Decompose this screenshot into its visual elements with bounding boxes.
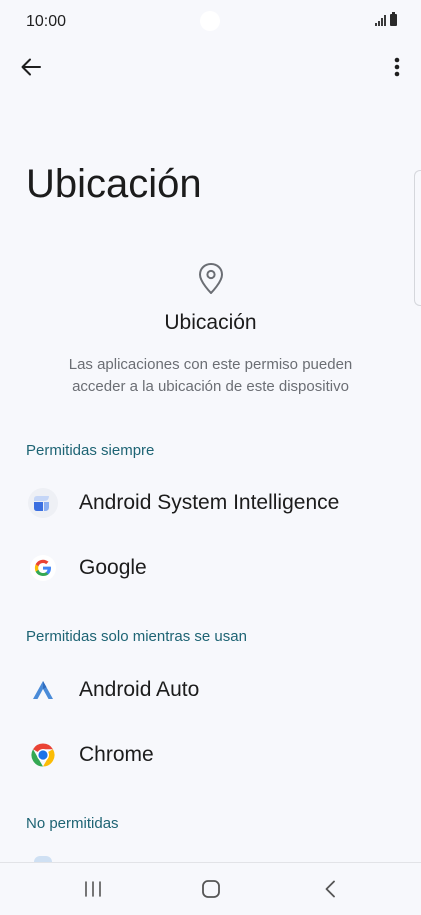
chrome-icon — [28, 740, 58, 770]
permission-title: Ubicación — [164, 311, 257, 334]
status-icons — [375, 12, 397, 26]
app-bar — [0, 44, 421, 90]
battery-icon — [390, 12, 397, 26]
app-label: Google — [79, 556, 147, 579]
app-label: Android System Intelligence — [79, 491, 340, 514]
section-header-always: Permitidas siempre — [26, 442, 155, 459]
app-label: Chrome — [79, 743, 154, 766]
recent-apps-button[interactable] — [73, 873, 113, 905]
app-row-android-system-intelligence[interactable]: Android System Intelligence — [0, 474, 421, 532]
section-header-while-in-use: Permitidas solo mientras se usan — [26, 628, 247, 645]
back-button[interactable] — [14, 52, 48, 82]
home-button[interactable] — [191, 873, 231, 905]
google-icon — [28, 553, 58, 583]
permission-description: Las aplicaciones con este permiso pueden… — [68, 356, 353, 395]
more-vert-icon — [394, 57, 400, 77]
navigation-bar — [0, 862, 421, 915]
app-row-android-auto[interactable]: Android Auto — [0, 661, 421, 719]
home-icon — [202, 880, 220, 898]
signal-icon — [375, 14, 386, 26]
app-label: Android Auto — [79, 678, 200, 701]
app-row-chrome[interactable]: Chrome — [0, 726, 421, 784]
section-header-denied: No permitidas — [26, 815, 119, 832]
android-auto-icon — [28, 675, 58, 705]
location-pin-icon — [198, 263, 223, 294]
status-time: 10:00 — [26, 13, 67, 30]
chevron-left-icon — [325, 880, 335, 898]
app-row-google[interactable]: Google — [0, 539, 421, 597]
status-bar: 10:00 — [0, 0, 421, 44]
camera-cutout — [200, 11, 220, 31]
page-title: Ubicación — [26, 162, 202, 206]
permission-header: Ubicación Las aplicaciones con este perm… — [0, 262, 421, 398]
recent-apps-icon — [85, 881, 101, 897]
more-options-button[interactable] — [385, 52, 409, 82]
system-back-button[interactable] — [310, 873, 350, 905]
android-system-intelligence-icon — [28, 488, 58, 518]
arrow-back-icon — [21, 58, 41, 76]
